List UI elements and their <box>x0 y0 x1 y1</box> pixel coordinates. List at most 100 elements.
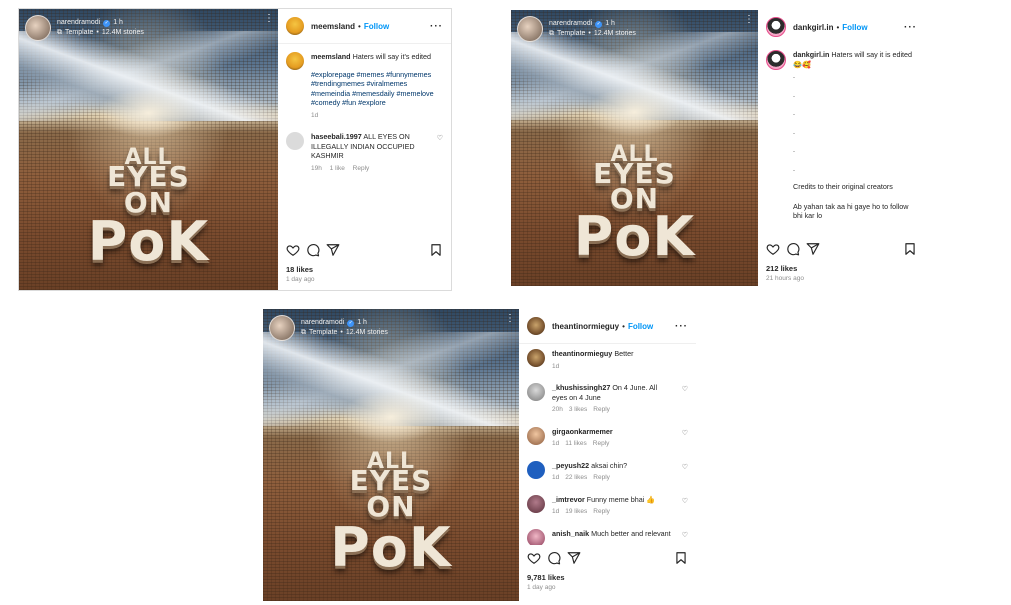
comment-likes[interactable]: 22 likes <box>565 474 587 481</box>
reply-button[interactable]: Reply <box>593 406 610 413</box>
action-bar <box>519 550 696 566</box>
avatar[interactable] <box>527 528 545 545</box>
likes-count[interactable]: 212 likes <box>766 264 797 273</box>
username-link[interactable]: theantinormieguy <box>552 322 619 331</box>
comment-username[interactable]: _peyush22 <box>552 461 589 470</box>
comment: haseebali.1997 ALL EYES ON ILLEGALLY IND… <box>278 124 451 177</box>
comment-icon[interactable] <box>547 551 561 565</box>
caption-age: 1d <box>552 362 560 370</box>
more-icon[interactable]: ··· <box>675 321 688 332</box>
overlay-username: narendramodi <box>549 20 593 27</box>
avatar[interactable] <box>286 132 304 150</box>
post-age: 1 day ago <box>286 276 315 283</box>
comment-likes[interactable]: 3 likes <box>569 406 587 413</box>
comment-username[interactable]: haseebali.1997 <box>311 132 362 141</box>
avatar[interactable] <box>527 426 545 445</box>
comment-likes[interactable]: 19 likes <box>565 508 587 515</box>
post-header: dankgirl.in • Follow ··· <box>758 10 925 44</box>
likes-count[interactable]: 9,781 likes <box>527 573 565 582</box>
post-image[interactable]: narendramodi ✓ 1 h ⧉ Template • 12.4M stories… <box>263 309 519 601</box>
comment-heart-icon[interactable]: ♡ <box>682 463 688 471</box>
avatar[interactable] <box>527 494 545 513</box>
save-icon[interactable] <box>429 243 443 257</box>
avatar[interactable] <box>766 50 786 70</box>
comment-heart-icon[interactable]: ♡ <box>682 531 688 539</box>
comment-likes[interactable]: 1 like <box>330 165 345 172</box>
follow-button[interactable]: Follow <box>842 23 867 32</box>
action-bar <box>758 241 925 257</box>
post-age: 1 day ago <box>527 584 556 591</box>
save-icon[interactable] <box>674 551 688 565</box>
share-icon[interactable] <box>326 243 340 257</box>
follow-button[interactable]: Follow <box>364 22 389 31</box>
overlay-more-icon[interactable]: ⋮ <box>264 14 274 24</box>
post-dankgirl: narendramodi ✓ 1 h ⧉ Template • 12.4M stories… <box>511 10 925 286</box>
caption-username[interactable]: dankgirl.in <box>793 50 829 59</box>
overlay-username: narendramodi <box>301 319 345 326</box>
image-text-pok: PoK <box>87 210 210 273</box>
post-image[interactable]: narendramodi ✓ 1 h ⧉ Template • 12.4M stories… <box>511 10 758 286</box>
avatar[interactable] <box>527 317 545 335</box>
heart-icon[interactable] <box>527 551 541 565</box>
avatar[interactable] <box>766 17 786 37</box>
reply-button[interactable]: Reply <box>353 165 370 172</box>
caption-dot: . <box>793 126 795 136</box>
comment-age: 20h <box>552 406 563 413</box>
share-icon[interactable] <box>806 242 820 256</box>
follow-button[interactable]: Follow <box>628 322 653 331</box>
reply-button[interactable]: Reply <box>593 474 610 481</box>
reply-button[interactable]: Reply <box>593 508 610 515</box>
likes-count[interactable]: 18 likes <box>286 265 313 274</box>
avatar[interactable] <box>527 349 545 367</box>
comment-heart-icon[interactable]: ♡ <box>682 385 688 393</box>
comment-heart-icon[interactable]: ♡ <box>437 134 443 142</box>
heart-icon[interactable] <box>286 243 300 257</box>
comment-username[interactable]: _imtrevor <box>552 495 585 504</box>
overlay-time: 1 h <box>605 20 615 27</box>
overlay-more-icon[interactable]: ⋮ <box>505 314 515 324</box>
more-icon[interactable]: ··· <box>904 22 917 33</box>
comment-age: 19h <box>311 164 322 172</box>
overlay-stories: 12.4M stories <box>345 329 388 336</box>
caption-username[interactable]: theantinormieguy <box>552 349 612 358</box>
avatar[interactable] <box>286 52 304 70</box>
share-icon[interactable] <box>567 551 581 565</box>
avatar[interactable] <box>527 383 545 401</box>
reply-button[interactable]: Reply <box>593 440 610 447</box>
comment-likes[interactable]: 11 likes <box>565 440 587 447</box>
heart-icon[interactable] <box>766 242 780 256</box>
caption-username[interactable]: meemsland <box>311 52 351 61</box>
comment: _peyush22 aksai chin? 1d 22 likes Reply ♡ <box>519 453 696 487</box>
comment-username[interactable]: _khushissingh27 <box>552 383 610 392</box>
overlay-avatar <box>269 315 295 341</box>
caption-extra: Ab yahan tak aa hi gaye ho to follow bhi… <box>793 201 909 221</box>
sun-glow <box>339 390 443 444</box>
template-icon: ⧉ <box>549 30 554 37</box>
username-link[interactable]: dankgirl.in <box>793 23 833 32</box>
sun-glow <box>585 87 684 137</box>
caption-age: 1d <box>311 111 319 119</box>
comment-heart-icon[interactable]: ♡ <box>682 497 688 505</box>
image-text-pok: PoK <box>573 205 696 268</box>
overlay-avatar <box>517 16 543 42</box>
comment-icon[interactable] <box>786 242 800 256</box>
comment-heart-icon[interactable]: ♡ <box>682 429 688 437</box>
caption: theantinormieguy Better 1d <box>519 345 696 375</box>
username-link[interactable]: meemsland <box>311 22 355 31</box>
caption-hashtags[interactable]: #explorepage #memes #funnymemes #trendin… <box>311 70 443 108</box>
save-icon[interactable] <box>903 242 917 256</box>
comment-username[interactable]: anish_naik <box>552 529 589 538</box>
post-image[interactable]: narendramodi ✓ 1 h ⧉ Template • 12.4M stories… <box>19 9 278 290</box>
overlay-more-icon[interactable]: ⋮ <box>744 15 754 25</box>
sun-glow <box>96 87 201 139</box>
avatar[interactable] <box>527 460 545 479</box>
caption: meemsland Haters will say it's edited #e… <box>278 44 451 124</box>
avatar[interactable] <box>286 17 304 35</box>
comment-username[interactable]: girgaonkarmemer <box>552 427 613 436</box>
overlay-stories: 12.4M stories <box>593 30 636 37</box>
caption-text: Haters will say it is edited <box>831 50 913 59</box>
comment: _imtrevor Funny meme bhai 👍 1d 19 likes Rep… <box>519 487 696 521</box>
comment-icon[interactable] <box>306 243 320 257</box>
verified-icon: ✓ <box>595 20 603 28</box>
more-icon[interactable]: ··· <box>430 21 443 32</box>
